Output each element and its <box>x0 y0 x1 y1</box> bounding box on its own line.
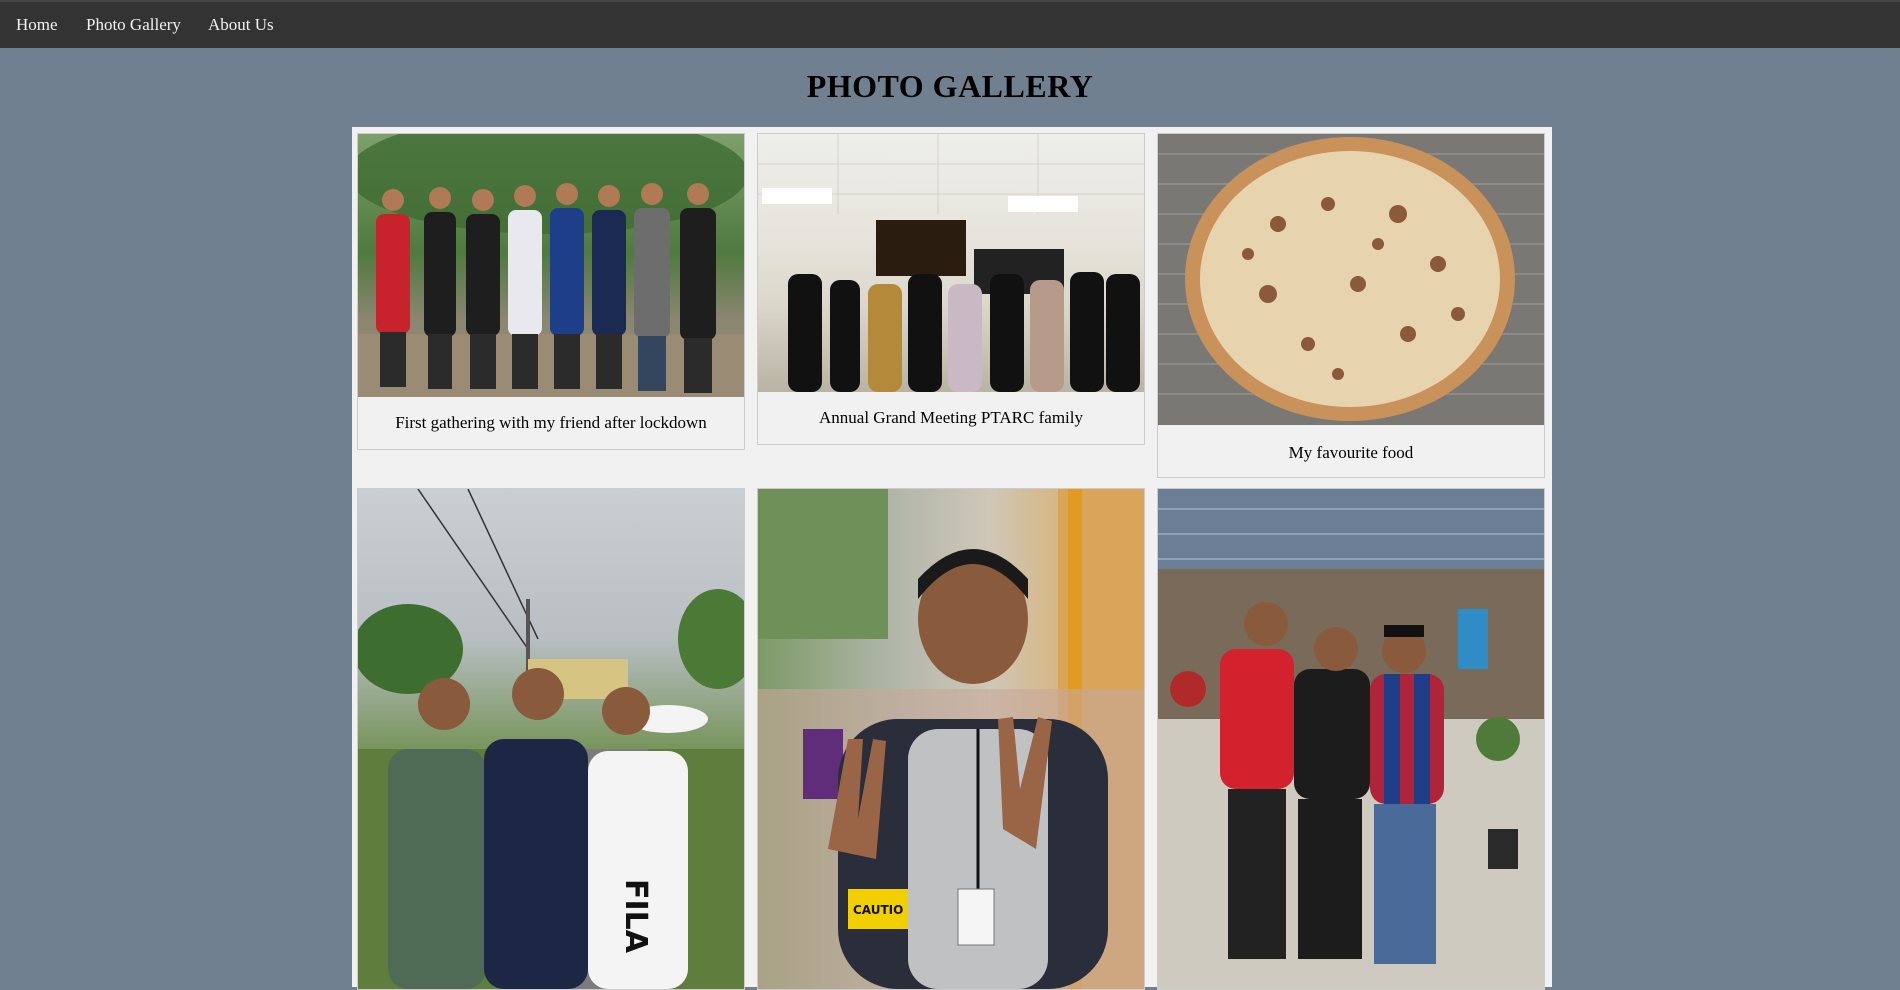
gallery-panel: First gathering with my friend after loc… <box>352 127 1552 990</box>
peace-sign-figure: CAUTIO <box>758 489 1144 989</box>
three-friends-figures: FILA <box>358 489 744 989</box>
gallery-card[interactable]: CAUTIO <box>757 488 1145 990</box>
three-friends-porch-photo[interactable] <box>1158 489 1544 989</box>
group-meeting-indoors-photo[interactable] <box>758 134 1144 392</box>
porch-friends-figures <box>1158 489 1544 989</box>
nav-link-about-us[interactable]: About Us <box>192 2 290 48</box>
svg-text:CAUTIO: CAUTIO <box>853 903 903 917</box>
three-friends-roadside-photo[interactable]: FILA <box>358 489 744 989</box>
gallery-card[interactable]: My favourite food <box>1157 133 1545 478</box>
gallery-card[interactable] <box>1157 488 1545 990</box>
top-navbar: Home Photo Gallery About Us <box>0 0 1900 48</box>
group-friends-outdoors-photo[interactable] <box>358 134 744 397</box>
meeting-group-figures <box>758 134 1144 392</box>
pizza-photo[interactable] <box>1158 134 1544 425</box>
pizza-figure <box>1158 134 1544 425</box>
nav-link-home[interactable]: Home <box>0 2 74 48</box>
gallery-card[interactable]: Annual Grand Meeting PTARC family <box>757 133 1145 445</box>
card-caption: Annual Grand Meeting PTARC family <box>819 408 1083 427</box>
card-caption: My favourite food <box>1288 443 1414 462</box>
gallery-card[interactable]: First gathering with my friend after loc… <box>357 133 745 450</box>
group-friends-figures <box>358 134 744 397</box>
svg-text:FILA: FILA <box>618 879 653 954</box>
nav-link-photo-gallery[interactable]: Photo Gallery <box>70 2 197 48</box>
page-title: PHOTO GALLERY <box>806 68 1094 104</box>
card-caption: First gathering with my friend after loc… <box>395 413 707 432</box>
peace-sign-portrait-photo[interactable]: CAUTIO <box>758 489 1144 989</box>
gallery-card[interactable]: FILA <box>357 488 745 990</box>
